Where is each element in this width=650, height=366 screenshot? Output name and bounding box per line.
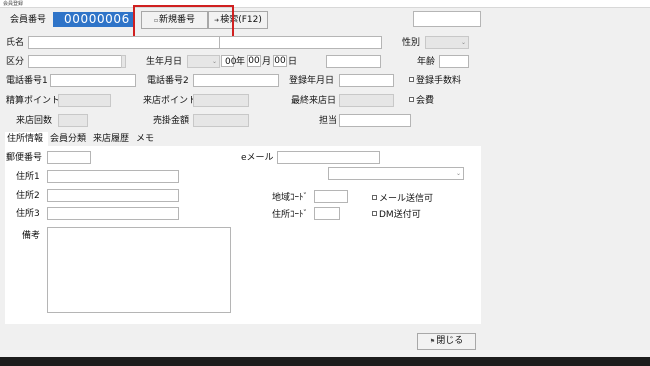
last-visit-label: 最終来店日 bbox=[291, 96, 337, 106]
staff-input[interactable] bbox=[339, 114, 411, 127]
search-arrow-icon: ➜ bbox=[214, 17, 220, 24]
kana-input[interactable] bbox=[219, 36, 382, 49]
addr1-label: 住所1 bbox=[16, 172, 40, 182]
year-suffix: 年 bbox=[236, 57, 246, 67]
close-button[interactable]: ⚑閉じる bbox=[417, 333, 476, 350]
phone2-input[interactable] bbox=[193, 74, 279, 87]
name-label: 氏名 bbox=[6, 38, 25, 48]
member-fee-checkbox[interactable]: 会費 bbox=[409, 95, 434, 107]
birth-day-field[interactable]: 00 bbox=[273, 55, 287, 67]
category-button[interactable] bbox=[121, 55, 126, 68]
category-input[interactable] bbox=[28, 55, 126, 68]
category-label: 区分 bbox=[6, 57, 25, 67]
mail-ok-label: メール送信可 bbox=[379, 194, 434, 204]
top-right-field[interactable] bbox=[413, 11, 481, 27]
phone2-label: 電話番号2 bbox=[147, 76, 189, 86]
gender-label: 性別 bbox=[402, 38, 421, 48]
area-code-label: 地域ｺｰﾄﾞ bbox=[272, 193, 309, 203]
chevron-down-icon: ⌄ bbox=[211, 58, 217, 65]
close-label: 閉じる bbox=[436, 336, 464, 346]
postal-label: 郵便番号 bbox=[6, 153, 43, 163]
title-bar: 会員登録 bbox=[0, 0, 650, 8]
window-title: 会員登録 bbox=[3, 1, 24, 7]
email-label: eメール bbox=[241, 153, 274, 163]
reg-fee-label: 登録手数料 bbox=[416, 76, 462, 86]
last-visit-field bbox=[339, 94, 394, 107]
reg-date-input[interactable] bbox=[339, 74, 394, 87]
chevron-down-icon: ⌄ bbox=[455, 170, 461, 177]
dm-ok-checkbox[interactable]: DM送付可 bbox=[372, 209, 421, 221]
new-number-button[interactable]: ▫新規番号 bbox=[141, 11, 208, 29]
birthdate-label: 生年月日 bbox=[146, 57, 183, 67]
phone1-label: 電話番号1 bbox=[6, 76, 48, 86]
settle-points-field bbox=[58, 94, 111, 107]
search-label: 検索(F12) bbox=[220, 15, 262, 25]
chevron-down-icon: ⌄ bbox=[460, 39, 466, 46]
credit-sales-label: 売掛金額 bbox=[153, 116, 190, 126]
member-registration-window: 会員登録 会員番号 00000006 ▫新規番号 ➜検索(F12) 氏名 ｶﾅ … bbox=[0, 0, 650, 357]
checkbox-icon bbox=[372, 195, 377, 200]
tab-memo[interactable]: メモ bbox=[136, 132, 154, 146]
checkbox-icon bbox=[409, 97, 414, 102]
notes-label: 備考 bbox=[22, 231, 41, 241]
addr2-label: 住所2 bbox=[16, 191, 40, 201]
area-code-input[interactable] bbox=[314, 190, 348, 203]
checkbox-icon bbox=[372, 211, 377, 216]
tab-address[interactable]: 住所情報 bbox=[5, 132, 48, 146]
addr3-label: 住所3 bbox=[16, 209, 40, 219]
search-button[interactable]: ➜検索(F12) bbox=[208, 11, 268, 29]
member-no-label: 会員番号 bbox=[10, 15, 47, 25]
birthdate-extra-field[interactable] bbox=[326, 55, 381, 68]
notes-textarea[interactable] bbox=[47, 227, 231, 313]
dm-ok-label: DM送付可 bbox=[379, 210, 421, 220]
staff-label: 担当 bbox=[319, 116, 338, 126]
visit-points-field bbox=[193, 94, 249, 107]
birth-month-field[interactable]: 00 bbox=[247, 55, 261, 67]
addr-code-label: 住所ｺｰﾄﾞ bbox=[272, 210, 309, 220]
addr1-input[interactable] bbox=[47, 170, 179, 183]
age-label: 年齢 bbox=[417, 57, 436, 67]
credit-sales-field bbox=[193, 114, 249, 127]
birth-year-value: 00 bbox=[225, 57, 237, 67]
settle-points-label: 精算ポイント bbox=[6, 96, 61, 106]
day-suffix: 日 bbox=[288, 57, 298, 67]
visit-count-label: 来店回数 bbox=[16, 116, 53, 126]
member-no-field[interactable]: 00000006 bbox=[53, 12, 135, 27]
member-fee-label: 会費 bbox=[416, 96, 435, 106]
birth-year-field[interactable]: ⌄ bbox=[187, 55, 220, 68]
email-input[interactable] bbox=[277, 151, 380, 164]
age-input[interactable] bbox=[439, 55, 469, 68]
month-suffix: 月 bbox=[262, 57, 272, 67]
visit-points-label: 来店ポイント bbox=[143, 96, 198, 106]
addr-code-input[interactable] bbox=[314, 207, 340, 220]
addr3-input[interactable] bbox=[47, 207, 179, 220]
gender-select[interactable]: ⌄ bbox=[425, 36, 469, 49]
new-number-label: 新規番号 bbox=[159, 15, 196, 25]
postal-input[interactable] bbox=[47, 151, 91, 164]
close-door-icon: ⚑ bbox=[429, 338, 436, 345]
phone1-input[interactable] bbox=[50, 74, 136, 87]
new-doc-icon: ▫ bbox=[153, 17, 159, 24]
reg-fee-checkbox[interactable]: 登録手数料 bbox=[409, 75, 461, 87]
mail-ok-checkbox[interactable]: メール送信可 bbox=[372, 193, 433, 205]
tab-member-class[interactable]: 会員分類 bbox=[50, 132, 86, 146]
checkbox-icon bbox=[409, 77, 414, 82]
email-domain-select[interactable]: ⌄ bbox=[328, 167, 464, 180]
visit-count-field bbox=[58, 114, 88, 127]
tab-visit-history[interactable]: 来店履歴 bbox=[93, 132, 129, 146]
name-input[interactable] bbox=[28, 36, 240, 49]
addr2-input[interactable] bbox=[47, 189, 179, 202]
reg-date-label: 登録年月日 bbox=[289, 76, 335, 86]
